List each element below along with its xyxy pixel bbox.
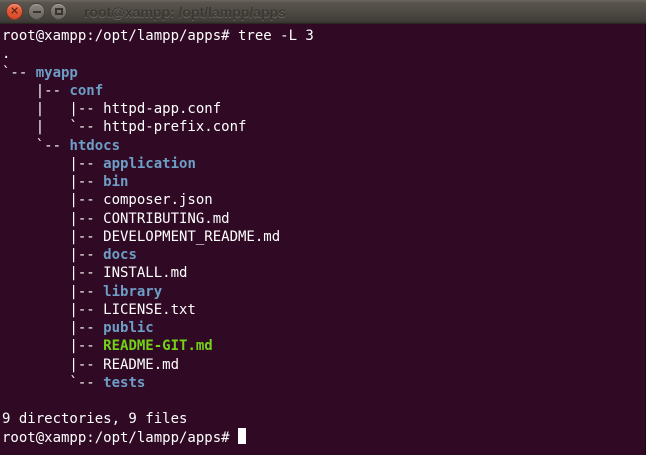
- directory-name: conf: [69, 83, 103, 99]
- maximize-button[interactable]: [50, 3, 67, 20]
- terminal-line: |-- CONTRIBUTING.md: [2, 210, 643, 228]
- terminal-text: |-- README.md: [2, 357, 179, 373]
- directory-name: application: [103, 156, 196, 172]
- terminal-line: `-- myapp: [2, 64, 643, 82]
- terminal-line: .: [2, 45, 643, 63]
- terminal-text: `--: [2, 65, 36, 81]
- directory-name: myapp: [36, 65, 78, 81]
- directory-name: docs: [103, 247, 137, 263]
- terminal-line: |-- README-GIT.md: [2, 337, 643, 355]
- terminal-text: |-- LICENSE.txt: [2, 302, 196, 318]
- terminal-line: |-- DEVELOPMENT_README.md: [2, 228, 643, 246]
- minimize-button[interactable]: [28, 3, 45, 20]
- terminal-text: |--: [2, 247, 103, 263]
- terminal-line: [2, 392, 643, 410]
- terminal-line: |-- library: [2, 283, 643, 301]
- terminal-line: |-- conf: [2, 82, 643, 100]
- terminal-text: 9 directories, 9 files: [2, 411, 187, 427]
- terminal-line: |-- application: [2, 155, 643, 173]
- text-cursor: [238, 428, 246, 444]
- terminal-text: | |-- httpd-app.conf: [2, 101, 221, 117]
- directory-name: bin: [103, 174, 128, 190]
- maximize-icon: [55, 8, 63, 15]
- terminal-text: | `-- httpd-prefix.conf: [2, 119, 246, 135]
- directory-name: library: [103, 284, 162, 300]
- terminal-text: |-- CONTRIBUTING.md: [2, 211, 230, 227]
- terminal-text: |-- composer.json: [2, 192, 213, 208]
- terminal-text: |--: [2, 156, 103, 172]
- terminal-line: |-- bin: [2, 173, 643, 191]
- terminal-line: |-- public: [2, 319, 643, 337]
- directory-name: htdocs: [69, 138, 120, 154]
- terminal-text: |-- INSTALL.md: [2, 265, 187, 281]
- terminal-text: root@xampp:/opt/lampp/apps# tree -L 3: [2, 28, 314, 44]
- terminal-text: |--: [2, 284, 103, 300]
- close-icon: ✕: [10, 6, 19, 17]
- terminal-line: |-- INSTALL.md: [2, 264, 643, 282]
- terminal-text: root@xampp:/opt/lampp/apps#: [2, 430, 238, 446]
- terminal-text: |-- DEVELOPMENT_README.md: [2, 229, 280, 245]
- terminal-line: |-- LICENSE.txt: [2, 301, 643, 319]
- terminal-text: |--: [2, 83, 69, 99]
- terminal-screen[interactable]: root@xampp:/opt/lampp/apps# tree -L 3. `-…: [0, 24, 646, 455]
- window-title: root@xampp: /opt/lampp/apps: [84, 4, 286, 20]
- terminal-line: `-- tests: [2, 374, 643, 392]
- executable-file-name: README-GIT.md: [103, 338, 213, 354]
- terminal-text: |--: [2, 174, 103, 190]
- terminal-line: 9 directories, 9 files: [2, 410, 643, 428]
- minimize-icon: [33, 11, 41, 13]
- terminal-line: |-- docs: [2, 246, 643, 264]
- terminal-text: `--: [2, 138, 69, 154]
- terminal-text: `--: [2, 375, 103, 391]
- terminal-line: |-- README.md: [2, 356, 643, 374]
- titlebar[interactable]: ✕ root@xampp: /opt/lampp/apps: [0, 0, 646, 24]
- terminal-line: |-- composer.json: [2, 191, 643, 209]
- terminal-text: .: [2, 46, 10, 62]
- directory-name: tests: [103, 375, 145, 391]
- terminal-text: |--: [2, 320, 103, 336]
- terminal-line: root@xampp:/opt/lampp/apps# tree -L 3: [2, 27, 643, 45]
- terminal-line: `-- htdocs: [2, 137, 643, 155]
- directory-name: public: [103, 320, 154, 336]
- terminal-window: ✕ root@xampp: /opt/lampp/apps root@xampp…: [0, 0, 646, 455]
- terminal-line: | `-- httpd-prefix.conf: [2, 118, 643, 136]
- terminal-line: | |-- httpd-app.conf: [2, 100, 643, 118]
- close-button[interactable]: ✕: [6, 3, 23, 20]
- terminal-text: |--: [2, 338, 103, 354]
- terminal-line: root@xampp:/opt/lampp/apps#: [2, 429, 643, 447]
